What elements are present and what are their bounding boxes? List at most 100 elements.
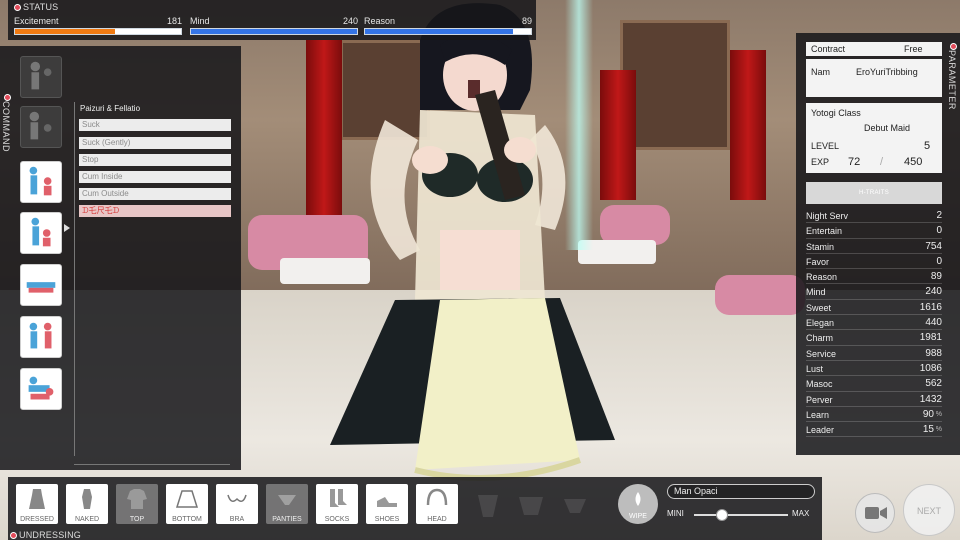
contract-box: Contract Free (806, 42, 942, 56)
undress-dressed-button[interactable]: DRESSED (16, 484, 58, 524)
pose-icon-3[interactable] (20, 161, 62, 203)
stat-bar (190, 28, 358, 35)
param-label: Favor (806, 256, 830, 267)
command-item-cum-inside[interactable]: Cum Inside (79, 171, 231, 183)
command-item-stop[interactable]: Stop (79, 154, 231, 166)
stat-label: Reason (364, 16, 396, 26)
param-row-lust: Lust 1086 (806, 362, 942, 377)
param-value: 1432 (919, 393, 942, 405)
command-item-suck-gently[interactable]: Suck (Gently) (79, 137, 231, 149)
wipe-caption: WIPE (629, 513, 647, 520)
param-value: 89 (930, 271, 942, 283)
status-title: STATUS (14, 2, 58, 12)
param-label: Learn (806, 409, 830, 420)
undress-shoes-button[interactable]: SHOES (366, 484, 408, 524)
undress-top-button[interactable]: TOP (116, 484, 158, 524)
param-label: Leader (806, 425, 835, 436)
param-value: 988 (925, 347, 942, 359)
command-item-special[interactable]: ᗪ乇尺乇ᗪ (79, 205, 231, 217)
param-label: Lust (806, 363, 824, 374)
video-camera-icon (865, 507, 887, 519)
dress-icon (29, 489, 45, 509)
command-divider (74, 102, 75, 456)
accessory-ghost-icon (519, 497, 543, 515)
percent-sign: % (935, 426, 942, 434)
undress-panties-button[interactable]: PANTIES (266, 484, 308, 524)
accessory-ghost-icon (564, 499, 586, 513)
accessory-ghost-icon (478, 495, 498, 517)
pose-icon-4[interactable] (20, 212, 62, 254)
stat-bar-fill (191, 29, 357, 34)
undressing-dot-icon (10, 532, 17, 540)
param-row-leader: Leader 15% (806, 423, 942, 438)
stat-excitement: Excitement 181 (14, 16, 182, 35)
headband-icon (426, 488, 448, 506)
parameter-side-label: PARAMETER (947, 43, 959, 110)
param-value: 15 (922, 424, 934, 436)
command-section-title: Paizuri & Fellatio (80, 104, 141, 113)
button-caption: NAKED (74, 516, 100, 523)
opacity-slider-track[interactable] (694, 514, 788, 516)
param-row-mind: Mind 240 (806, 285, 942, 301)
pink-sofa (715, 275, 805, 315)
command-item-suck[interactable]: Suck (79, 119, 231, 131)
opacity-slider-knob[interactable] (716, 509, 729, 521)
pose-icon-7[interactable] (20, 368, 62, 410)
undress-bottom-button[interactable]: BOTTOM (166, 484, 208, 524)
button-caption: SHOES (374, 516, 400, 523)
param-row-stamina: Stamin 754 (806, 240, 942, 255)
exp-separator: / (880, 156, 884, 168)
undress-socks-button[interactable]: SOCKS (316, 484, 358, 524)
button-caption: SOCKS (324, 516, 350, 523)
h-traits-button[interactable]: H-TRAITS (806, 182, 942, 204)
shoes-icon (377, 497, 397, 507)
param-value: 562 (925, 378, 942, 390)
param-label: Service (806, 348, 837, 359)
pose-icon-6[interactable] (20, 316, 62, 358)
stat-bar (364, 28, 532, 35)
button-caption: BOTTOM (172, 516, 202, 523)
slider-min-label: MINI (667, 509, 684, 518)
pose-icon-1[interactable] (20, 56, 62, 98)
socks-icon (330, 489, 347, 507)
undressing-title: UNDRESSING (10, 530, 81, 540)
man-opacity-dropdown[interactable]: Man Opaci (667, 484, 815, 499)
undress-naked-button[interactable]: NAKED (66, 484, 108, 524)
pose-icon-5[interactable] (20, 264, 62, 306)
param-label: Night Serv (806, 211, 849, 221)
button-caption: BRA (229, 516, 245, 523)
stat-bar-fill (365, 29, 513, 34)
yotogi-label: Yotogi Class (811, 108, 861, 118)
param-row-favor: Favor 0 (806, 255, 942, 270)
command-item-cum-outside[interactable]: Cum Outside (79, 188, 231, 200)
maid-character (330, 3, 615, 481)
param-label: Charm (806, 333, 834, 344)
param-value: 1086 (919, 362, 942, 374)
panties-icon (278, 495, 296, 505)
param-value: 1981 (919, 332, 942, 344)
camera-button[interactable] (855, 493, 895, 533)
top-icon (127, 489, 147, 509)
pose-icon-2[interactable] (20, 106, 62, 148)
parameter-dot-icon (950, 43, 957, 50)
parameter-list: Night Serv 2 Entertain 0 Stamin 754 Favor 0 … (806, 209, 942, 438)
stat-reason: Reason 89 (364, 16, 532, 35)
wipe-button[interactable]: WIPE (618, 484, 658, 524)
status-title-text: STATUS (23, 2, 59, 12)
param-row-learn: Learn 90% (806, 408, 942, 423)
command-side-label: COMMAND (1, 94, 13, 152)
undressing-panel: UNDRESSING DRESSED NAKED TOP BOTTOM BRA … (8, 477, 822, 540)
param-label: Stamin (806, 241, 835, 252)
undressing-title-text: UNDRESSING (19, 530, 82, 540)
next-button[interactable]: NEXT (903, 484, 955, 536)
status-dot-icon (14, 4, 21, 12)
bra-icon (227, 494, 247, 502)
red-curtain (730, 50, 766, 200)
undress-bra-button[interactable]: BRA (216, 484, 258, 524)
exp-label: EXP (811, 157, 830, 167)
stat-label: Excitement (14, 16, 59, 26)
param-label: Masoc (806, 379, 833, 390)
contract-value: Free (904, 44, 923, 54)
undress-head-button[interactable]: HEAD (416, 484, 458, 524)
name-box: Nam EroYuriTribbing (806, 59, 942, 97)
